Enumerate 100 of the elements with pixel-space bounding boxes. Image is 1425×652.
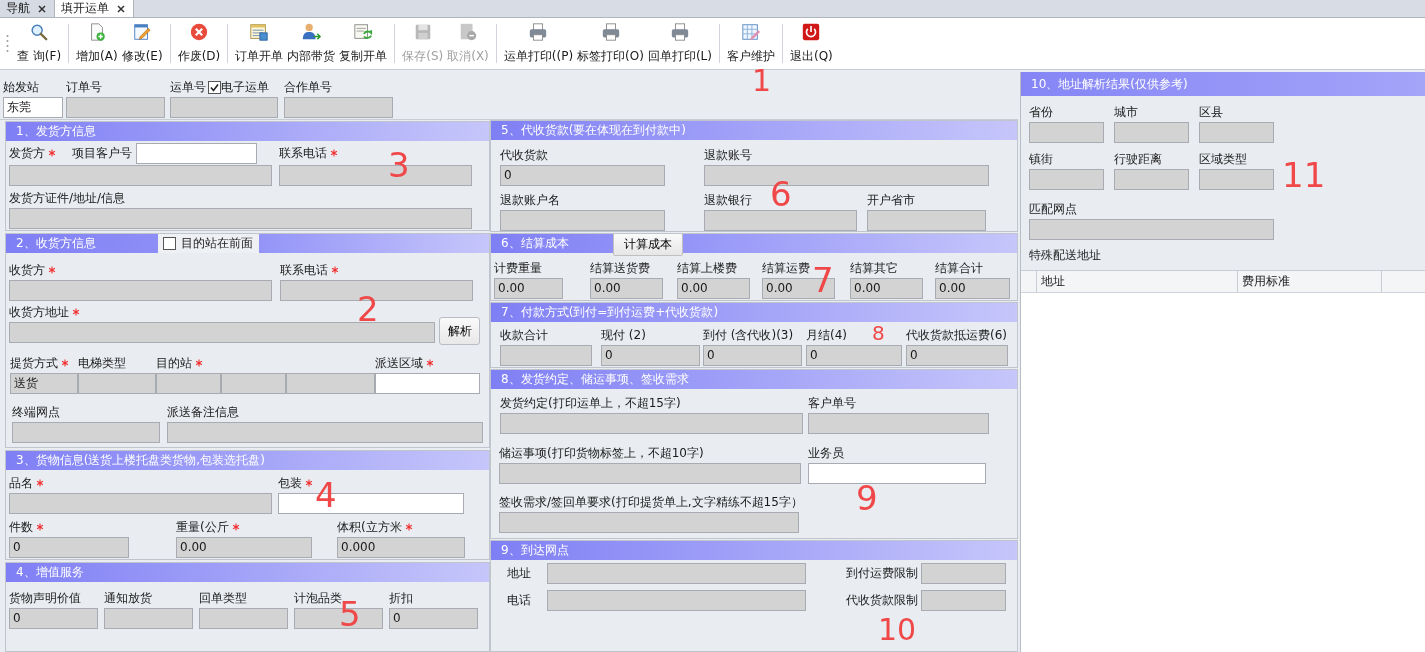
field-label: 体积(立方米 [337,519,402,535]
input-field[interactable] [284,97,393,118]
input-field[interactable] [499,463,801,484]
field-label: 月结(4) [806,327,847,343]
input-field[interactable] [867,210,986,231]
input-field[interactable] [500,345,592,366]
copy-document-icon [353,22,374,42]
section-title: 1、发货方信息 [6,122,489,141]
toolbar-button[interactable]: 订单开单 [233,18,286,69]
input-field[interactable] [66,97,165,118]
toolbar-button[interactable]: 作废(D) [175,18,223,69]
input-field[interactable] [921,590,1006,611]
input-field[interactable] [136,142,257,164]
input-field[interactable] [808,413,989,434]
close-icon[interactable] [117,4,125,13]
grid-pencil-icon [740,22,761,42]
input-field[interactable] [500,413,803,434]
cancel-circle-icon [188,22,209,42]
toolbar-button[interactable]: 修改(E) [119,18,165,69]
input-field[interactable] [1199,169,1274,190]
input-field[interactable] [286,373,375,394]
input-field[interactable] [1114,122,1189,143]
input-field[interactable] [808,463,986,484]
toolbar-button[interactable]: 内部带货 [285,18,338,69]
input-field[interactable] [375,373,480,394]
input-field[interactable]: 0.00 [935,278,1010,299]
input-field[interactable] [221,373,286,394]
form-icon [249,22,270,42]
section-title: 7、付款方式(到付=到付运费+代收货款) [491,303,1017,322]
input-field[interactable]: 0 [906,345,1008,366]
input-field[interactable] [1029,122,1104,143]
input-field[interactable]: 0.000 [337,537,465,558]
input-field[interactable]: 0 [500,165,665,186]
input-field[interactable] [78,373,156,394]
input-field[interactable]: 0 [9,537,129,558]
toolbar-button[interactable]: 查 询(F) [15,18,64,69]
toolbar-button[interactable]: 客户维护 [724,18,777,69]
input-field[interactable] [12,422,160,443]
input-field[interactable] [1029,219,1274,240]
input-field[interactable] [199,608,288,629]
input-field[interactable]: 0 [703,345,802,366]
parse-button[interactable]: 解析 [439,317,480,345]
input-field[interactable] [500,210,665,231]
input-field[interactable]: 0.00 [677,278,750,299]
input-field[interactable]: 东莞 [3,97,63,118]
field-label: 回单类型 [199,590,247,606]
toolbar-button[interactable]: 增加(A) [74,18,120,69]
input-field[interactable]: 0 [806,345,902,366]
close-icon[interactable] [38,4,46,13]
section-title: 9、到达网点 [491,541,1017,560]
field-label: 收货方 [9,262,45,278]
toolbar-button[interactable]: 退出(Q) [787,18,835,69]
field-label: 重量(公斤 [176,519,229,535]
input-field[interactable]: 送货 [10,373,78,394]
input-field[interactable] [1029,169,1104,190]
input-field[interactable] [704,210,857,231]
input-field[interactable] [9,165,272,186]
input-field[interactable] [9,280,272,301]
input-field[interactable]: 0.00 [590,278,663,299]
input-field[interactable] [104,608,193,629]
field-label: 运单号 [170,79,206,95]
toolbar-button[interactable]: 回单打印(L) [645,18,714,69]
cancel-document-icon [458,22,478,42]
calculate-button[interactable]: 计算成本 [613,234,683,256]
field-label: 镇街 [1029,151,1053,167]
input-field[interactable]: 0.00 [494,278,563,299]
toolbar-button[interactable]: 复制开单 [337,18,390,69]
toolbar-button[interactable]: 运单打印((P) [501,18,576,69]
field-label: 提货方式 [10,355,58,371]
checkbox[interactable] [163,237,176,250]
input-field[interactable]: 0.00 [176,537,312,558]
grip-icon[interactable] [6,33,9,54]
column-header[interactable]: 地址 [1037,271,1238,292]
input-field[interactable] [921,563,1006,584]
input-field[interactable]: 0 [389,608,478,629]
section-label: 特殊配送地址 [1029,248,1101,263]
input-field[interactable] [167,422,483,443]
checkbox[interactable] [208,80,221,94]
input-field[interactable] [1199,122,1274,143]
column-header[interactable]: 费用标准 [1238,271,1382,292]
input-field[interactable] [9,493,272,514]
input-field[interactable]: 0 [601,345,700,366]
section-title: 5、代收货款(要在体现在到付款中) [491,121,1017,140]
checkbox-label[interactable]: 电子运单 [221,79,269,95]
tab[interactable]: 填开运单 [55,0,134,17]
input-field[interactable] [9,322,435,343]
section-title: 3、货物信息(送货上楼托盘类货物,包装选托盘) [6,451,489,470]
input-field[interactable]: 0.00 [850,278,923,299]
input-field[interactable] [499,512,799,533]
input-field[interactable]: 0 [9,608,98,629]
input-field[interactable] [1114,169,1189,190]
printer-icon [528,22,549,42]
field-label: 电话 [507,593,532,608]
input-field[interactable] [170,97,278,118]
input-field[interactable] [547,590,806,611]
input-field[interactable] [156,373,221,394]
field-label: 联系电话 [280,262,328,278]
input-field[interactable] [9,208,472,229]
input-field[interactable] [547,563,806,584]
toolbar-button[interactable]: 标签打印(O) [575,18,646,69]
